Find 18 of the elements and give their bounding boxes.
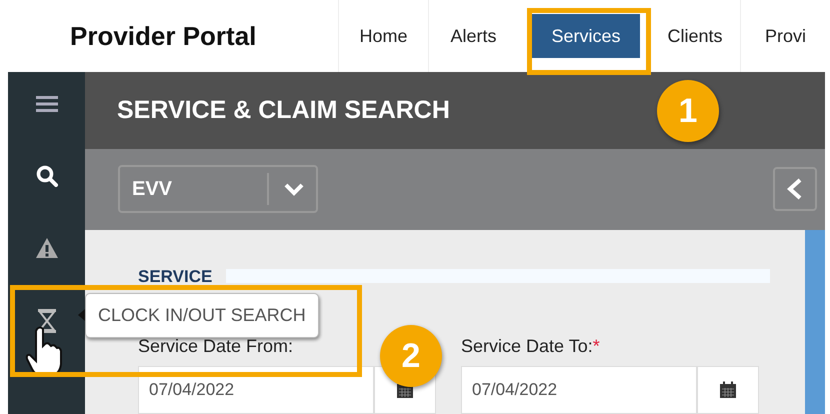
calendar-button[interactable]: [697, 366, 759, 414]
type-dropdown[interactable]: EVV: [118, 165, 318, 214]
tooltip-arrow-icon: [78, 309, 85, 321]
collapse-button[interactable]: [773, 167, 817, 212]
field-label: Service Date To:*: [461, 335, 600, 358]
date-field[interactable]: 07/04/2022: [138, 366, 374, 414]
section-heading: SERVICE: [138, 266, 212, 288]
page-title: SERVICE & CLAIM SEARCH: [117, 94, 450, 126]
search-icon[interactable]: [36, 164, 58, 188]
warning-icon[interactable]: [34, 236, 58, 260]
tooltip: CLOCK IN/OUT SEARCH: [85, 293, 319, 338]
scrollbar[interactable]: [805, 230, 825, 414]
date-field[interactable]: 07/04/2022: [461, 366, 697, 414]
calendar-icon: [719, 381, 737, 399]
chevron-down-icon: [283, 182, 305, 196]
nav-tab[interactable]: Services: [532, 14, 640, 58]
app-title: Provider Portal: [70, 20, 258, 52]
field-label: Service Date From:: [138, 335, 294, 358]
